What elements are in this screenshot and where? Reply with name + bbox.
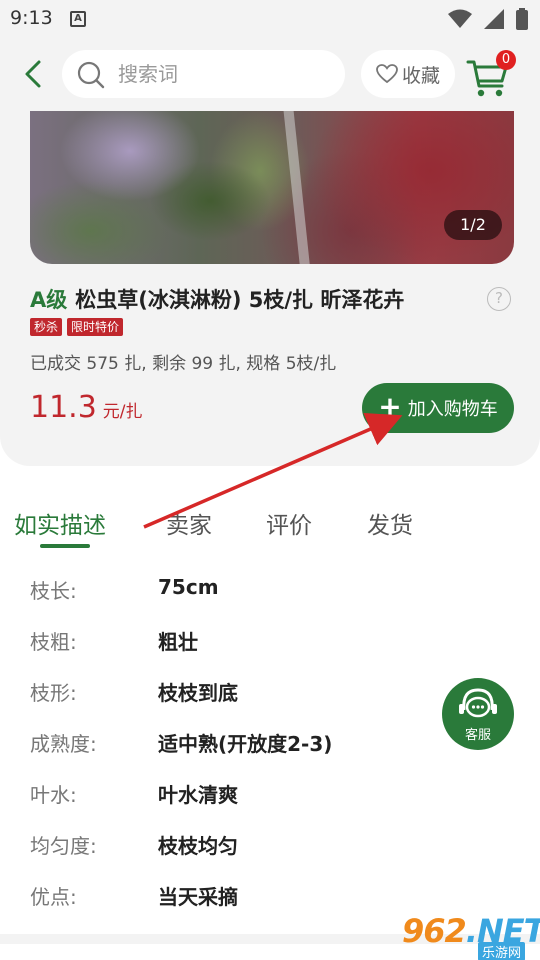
wifi-icon [448,9,472,28]
search-icon [77,61,105,89]
cart-button[interactable]: 0 [466,50,518,100]
detail-row: 枝形: 枝枝到底 [30,677,450,707]
detail-label: 均匀度: [30,834,97,858]
promo-tag: 秒杀 [30,318,63,336]
detail-label: 成熟度: [30,732,97,756]
detail-row: 均匀度: 枝枝均匀 [30,830,450,860]
detail-label: 叶水: [30,783,77,807]
detail-value: 当天采摘 [158,885,238,909]
site-watermark: 962.NET 乐游网 [402,912,540,960]
signal-icon [484,9,504,29]
detail-row: 优点: 当天采摘 [30,881,450,911]
image-counter: 1/2 [444,210,502,240]
search-input[interactable] [118,50,328,98]
detail-row: 成熟度: 适中熟(开放度2-3) [30,728,450,758]
customer-service-button[interactable]: 客服 [442,678,514,750]
detail-value: 粗壮 [158,630,198,654]
product-title: A级 松虫草(冰淇淋粉) 5枝/扎 昕泽花卉 [30,284,404,314]
detail-label: 枝长: [30,579,77,603]
help-icon[interactable]: ? [487,287,511,311]
heart-icon [376,64,398,84]
tab-reviews[interactable]: 评价 [266,506,312,540]
headset-icon [459,688,497,718]
chevron-left-icon [25,60,41,88]
status-icons [448,8,528,30]
status-time: 9:13 [10,7,53,29]
status-bar: 9:13 A [0,0,540,40]
detail-label: 优点: [30,885,77,909]
sales-stats: 已成交 575 扎, 剩余 99 扎, 规格 5枝/扎 [30,354,337,374]
tab-seller[interactable]: 卖家 [166,506,212,540]
price-row: 11.3 元/扎 [30,390,143,425]
back-button[interactable] [18,56,48,92]
detail-tabs: 如实描述 卖家 评价 发货 [0,500,540,550]
price: 11.3 [30,390,97,425]
top-navigation: 收藏 0 [0,44,540,106]
promo-tag: 限时特价 [67,318,124,336]
product-grade: A级 [30,288,68,312]
product-name: 松虫草(冰淇淋粉) 5枝/扎 昕泽花卉 [75,288,405,312]
detail-value: 75cm [158,575,219,599]
detail-row: 枝长: 75cm [30,575,450,605]
tab-shipping[interactable]: 发货 [367,506,413,540]
price-unit: 元/扎 [102,402,143,422]
active-tab-indicator [40,544,90,548]
battery-icon [516,8,528,30]
plus-icon: + [378,390,402,423]
detail-label: 枝形: [30,681,77,705]
detail-value: 枝枝到底 [158,681,238,705]
detail-label: 枝粗: [30,630,77,654]
promo-tags: 秒杀 限时特价 [30,318,124,336]
watermark-subtitle: 乐游网 [478,942,526,960]
add-to-cart-button[interactable]: + 加入购物车 [362,383,514,433]
search-box[interactable] [62,50,345,98]
tab-description[interactable]: 如实描述 [14,506,106,540]
image-detail [282,111,312,264]
detail-value: 叶水清爽 [158,783,238,807]
detail-value: 适中熟(开放度2-3) [158,732,333,756]
product-image[interactable]: 1/2 [30,111,514,264]
detail-row: 枝粗: 粗壮 [30,626,450,656]
customer-service-label: 客服 [464,728,491,743]
favorite-button[interactable]: 收藏 [361,50,455,98]
favorite-label: 收藏 [401,64,440,87]
cart-count-badge: 0 [496,50,516,70]
add-to-cart-label: 加入购物车 [407,399,498,420]
detail-row: 叶水: 叶水清爽 [30,779,450,809]
detail-value: 枝枝均匀 [158,834,238,858]
app-notification-icon: A [70,11,86,27]
